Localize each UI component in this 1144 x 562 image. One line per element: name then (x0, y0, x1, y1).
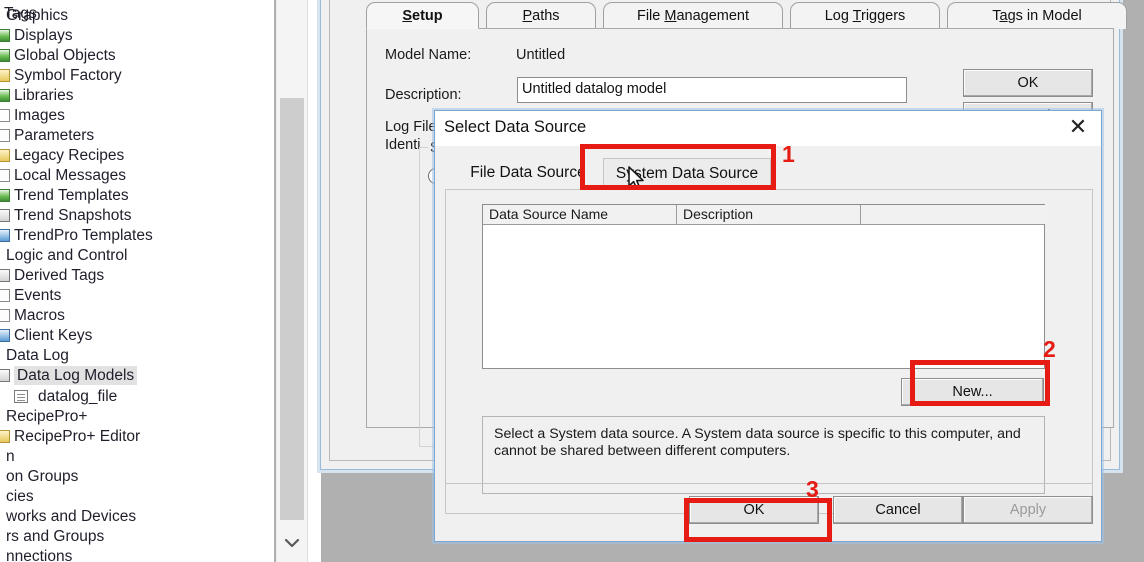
cancel-button[interactable]: Cancel (833, 496, 963, 524)
close-icon[interactable]: ✕ (1063, 115, 1093, 141)
yellow-recipe-icon (0, 149, 10, 163)
tree-scrollbar-thumb[interactable] (280, 98, 304, 520)
tree-item-legacy-recipes[interactable]: Legacy Recipes (0, 146, 124, 166)
annotation-number-3: 3 (806, 476, 819, 502)
apply-button: Apply (963, 496, 1093, 524)
tree-item-alarms[interactable]: n (0, 447, 15, 467)
tree-item-networks-and-devices[interactable]: works and Devices (0, 507, 136, 527)
annotation-box-1 (580, 144, 776, 190)
model-name-label: Model Name: (385, 47, 472, 63)
tab-log-triggers[interactable]: Log Triggers (790, 2, 940, 29)
tab-setup[interactable]: Setup (366, 2, 479, 29)
select-data-source-titlebar: Select Data Source ✕ (435, 111, 1101, 146)
grey-snapshot-icon (0, 209, 10, 223)
tree-item-images[interactable]: Images (0, 106, 65, 126)
tree-item-logic-and-control[interactable]: Logic and Control (0, 246, 128, 266)
tree-item-recipepro-editor[interactable]: RecipePro+ Editor (0, 427, 140, 447)
window-edge-strip (307, 0, 321, 562)
datalog-ok-button[interactable]: OK (963, 69, 1093, 97)
tree-item-data-log[interactable]: Data Log (0, 346, 69, 366)
tree-item-symbol-factory[interactable]: Symbol Factory (0, 66, 122, 86)
green-display-icon (0, 49, 10, 63)
description-label: Description: (385, 87, 462, 103)
tree-item-datalog-file[interactable]: datalog_file (14, 387, 117, 407)
annotation-box-2 (910, 360, 1050, 406)
tree-scrollbar[interactable] (276, 0, 307, 562)
tree-item-parameters[interactable]: Parameters (0, 126, 94, 146)
footer-separator (445, 483, 1093, 484)
tree-item-global-objects[interactable]: Global Objects (0, 46, 116, 66)
tab-tags-in-model[interactable]: Tags in Model (947, 2, 1127, 29)
green-display-icon (0, 29, 10, 43)
tree-item-data-log-models[interactable]: Data Log Models (0, 366, 138, 386)
tree-item-displays[interactable]: Displays (0, 26, 73, 46)
tree-item-on-groups[interactable]: on Groups (0, 467, 78, 487)
data-source-listview[interactable]: Data Source Name Description (482, 204, 1046, 369)
annotation-box-3 (684, 498, 832, 542)
description-input[interactable]: Untitled datalog model (517, 77, 907, 103)
tree-item-client-keys[interactable]: Client Keys (0, 326, 92, 346)
data-source-info-text: Select a System data source. A System da… (494, 426, 1021, 459)
blue-key-icon (0, 329, 10, 343)
white-event-icon (0, 289, 10, 303)
column-header-data-source-name[interactable]: Data Source Name (483, 205, 677, 224)
green-display-icon (0, 189, 10, 203)
blue-trendpro-icon (0, 229, 10, 243)
tree-item-derived-tags[interactable]: Derived Tags (0, 266, 104, 286)
white-image-icon (0, 129, 10, 143)
grey-model-icon (0, 369, 10, 383)
tree-item-graphics[interactable]: Graphics (0, 6, 68, 26)
tree-item-trend-snapshots[interactable]: Trend Snapshots (0, 206, 131, 226)
project-explorer-tree[interactable]: Tags Graphics Displays Global Objects Sy… (0, 0, 274, 562)
chevron-down-icon[interactable] (277, 522, 307, 562)
column-header-description[interactable]: Description (677, 205, 861, 224)
tab-file-management[interactable]: File Management (603, 2, 783, 29)
column-header-extra[interactable] (861, 205, 1046, 224)
white-macro-icon (0, 309, 10, 323)
tree-item-trendpro-templates[interactable]: TrendPro Templates (0, 226, 153, 246)
tree-item-recipepro[interactable]: RecipePro+ (0, 407, 87, 427)
tree-item-trend-templates[interactable]: Trend Templates (0, 186, 129, 206)
tree-item-macros[interactable]: Macros (0, 306, 65, 326)
tab-paths[interactable]: Paths (486, 2, 596, 29)
dialog-title: Select Data Source (444, 118, 587, 136)
symbol-factory-icon (0, 69, 10, 83)
white-message-icon (0, 169, 10, 183)
grey-derived-icon (0, 269, 10, 283)
log-file-label-line2: Identi (385, 137, 421, 153)
white-image-icon (0, 109, 10, 123)
data-source-panel: Data Source Name Description New... Sele… (445, 189, 1093, 514)
tree-item-local-messages[interactable]: Local Messages (0, 166, 126, 186)
log-file-label-line1: Log File (385, 119, 437, 135)
annotation-number-2: 2 (1043, 336, 1056, 362)
annotation-number-1: 1 (782, 141, 795, 167)
model-name-value: Untitled (516, 47, 566, 63)
yellow-recipe-icon (0, 430, 10, 444)
listview-rows-empty[interactable] (483, 225, 1044, 368)
tree-item-policies[interactable]: cies (0, 487, 34, 507)
datalog-tabstrip[interactable]: Setup Paths File Management Log Triggers… (366, 2, 1127, 30)
tree-item-events[interactable]: Events (0, 286, 61, 306)
tree-item-libraries[interactable]: Libraries (0, 86, 73, 106)
tree-item-connections[interactable]: nnections (0, 547, 72, 562)
doc-icon (14, 390, 28, 404)
select-data-source-body: File Data Source System Data Source Data… (435, 146, 1101, 541)
green-display-icon (0, 89, 10, 103)
tree-item-users-and-groups[interactable]: rs and Groups (0, 527, 104, 547)
listview-header: Data Source Name Description (483, 205, 1046, 225)
